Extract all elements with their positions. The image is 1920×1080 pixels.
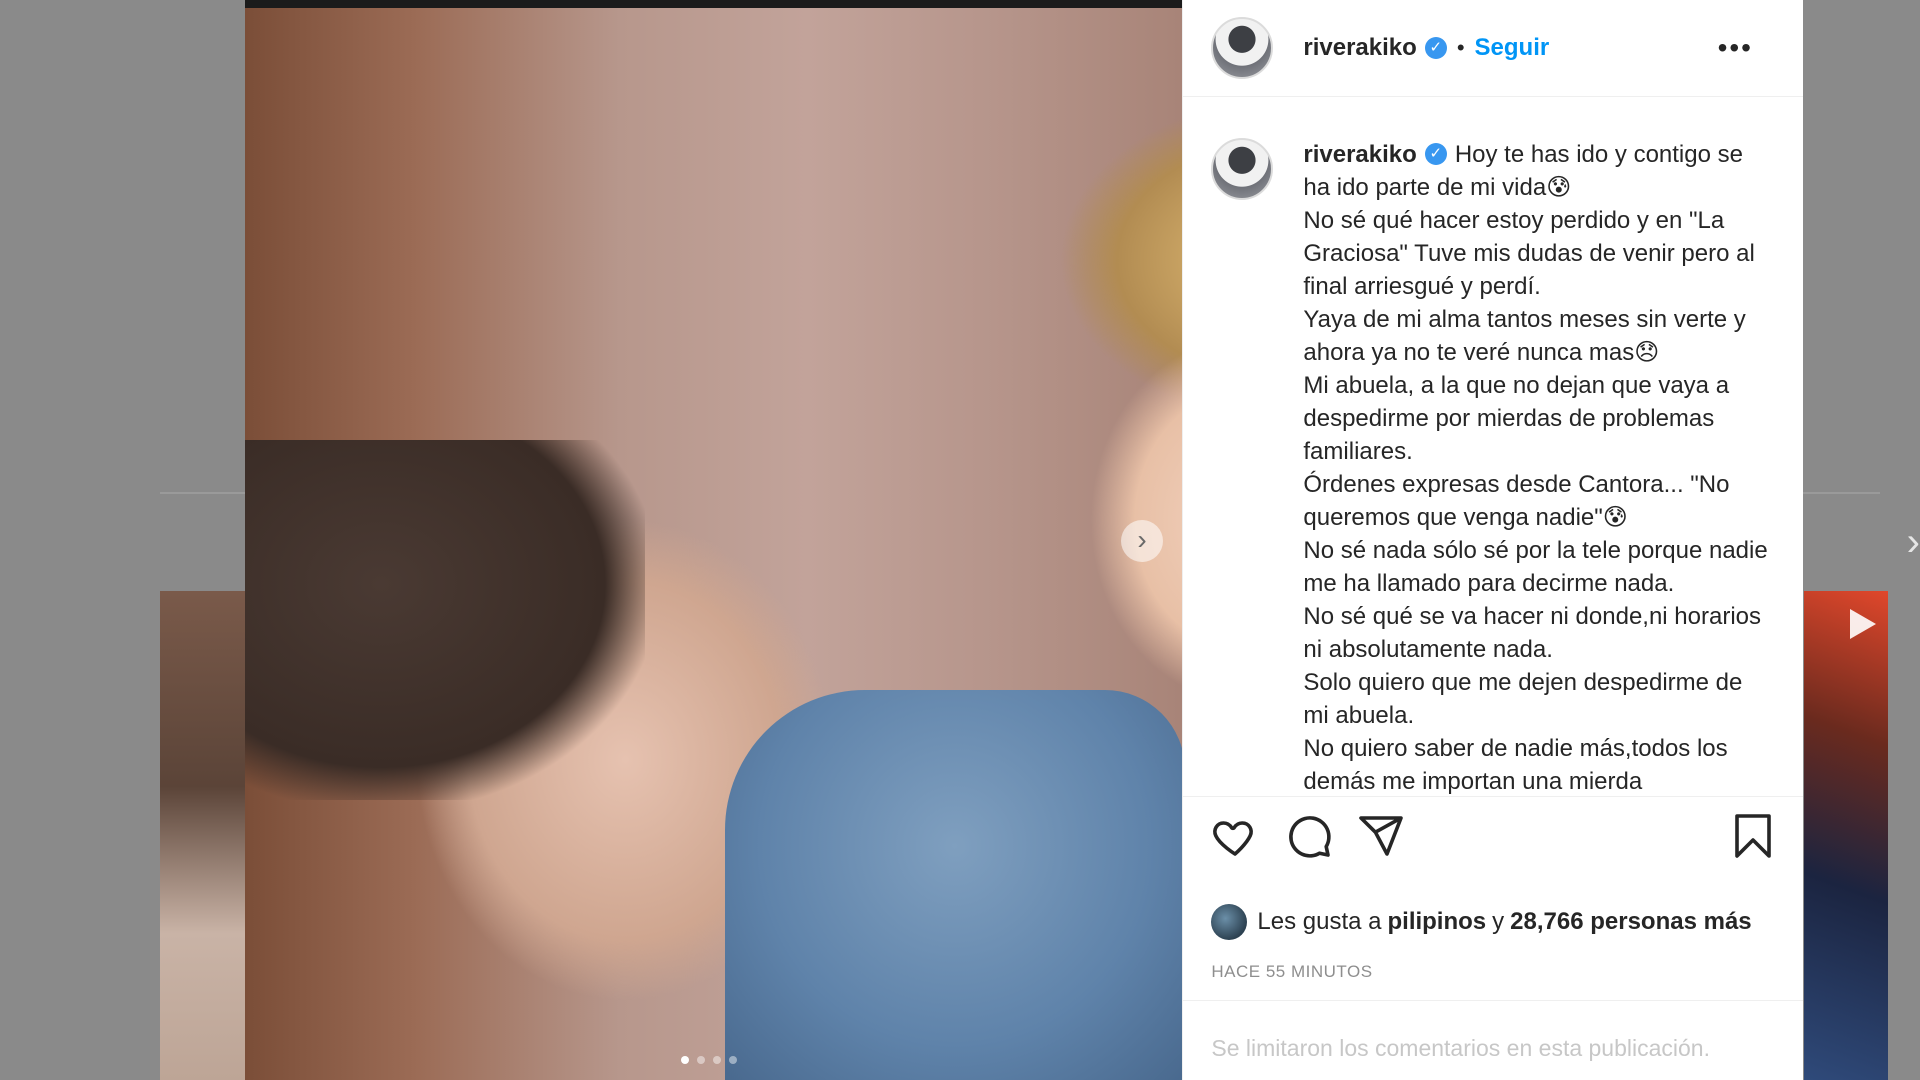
post-header: riverakiko ✓ • Seguir ••• [1183,0,1803,97]
avatar[interactable] [1211,17,1274,79]
verified-badge-icon: ✓ [1424,37,1447,59]
likes-summary: Les gusta a pilipinos y 28,766 personas … [1211,904,1757,940]
caption-line: Yaya de mi alma tantos meses sin verte y… [1303,306,1746,366]
carousel-indicator [681,1056,737,1064]
carousel-dot [697,1056,705,1064]
chevron-right-icon[interactable]: › [1121,520,1163,562]
header-separator: • [1456,35,1465,60]
caption-line: Solo quiero que me dejen despedirme de m… [1303,669,1743,729]
bookmark-icon[interactable] [1729,812,1777,865]
carousel-dot [729,1056,737,1064]
liked-by-user[interactable]: pilipinos [1387,908,1486,936]
next-post-chevron-icon[interactable]: › [1907,520,1920,565]
liker-avatar[interactable] [1211,904,1248,940]
likes-join: y [1492,908,1505,935]
play-icon [1850,609,1876,639]
caption-scroll-area[interactable]: riverakiko ✓ Hoy te has ido y contigo se h… [1183,96,1804,797]
caption-line: Órdenes expresas desde Cantora... "No qu… [1303,471,1730,531]
post-modal: › riverakiko ✓ • Seguir ••• riverakiko ✓ H… [245,0,1804,1080]
carousel-dot [681,1056,689,1064]
likes-prefix: Les gusta a [1257,908,1382,935]
comment-bubble-icon[interactable] [1285,812,1333,865]
caption-username[interactable]: riverakiko [1303,141,1416,168]
caption-row: riverakiko ✓ Hoy te has ido y contigo se h… [1183,96,1803,796]
post-sidebar: riverakiko ✓ • Seguir ••• riverakiko ✓ Hoy… [1182,0,1804,1080]
background-thumbnail-left[interactable] [160,591,248,1080]
post-photo[interactable]: › [245,0,1183,1080]
post-caption: riverakiko ✓ Hoy te has ido y contigo se h… [1303,138,1773,796]
follow-button[interactable]: Seguir [1475,34,1550,62]
photo-top-border [245,0,1183,8]
carousel-dot [713,1056,721,1064]
caption-line: No quiero saber de nadie más,todos los d… [1303,735,1728,795]
caption-line: Mi abuela, a la que no dejan que vaya a … [1303,372,1730,465]
caption-avatar[interactable] [1211,138,1274,200]
caption-line: riverakiko ✓ Hoy te has ido y contigo se h… [1303,138,1773,204]
caption-line: No sé qué se va hacer ni donde,ni horari… [1303,603,1762,663]
paper-plane-icon[interactable] [1357,812,1405,865]
likes-count[interactable]: 28,766 personas más [1510,908,1752,936]
heart-icon[interactable] [1211,812,1259,865]
caption-line: No sé qué hacer estoy perdido y en "La G… [1303,207,1755,300]
more-options-icon[interactable]: ••• [1718,32,1753,64]
photo-region-child [725,690,1183,1080]
comments-limited-notice: Se limitaron los comentarios en esta pub… [1183,1000,1804,1062]
header-username[interactable]: riverakiko [1303,34,1416,62]
post-actions [1183,812,1803,882]
post-timestamp[interactable]: HACE 55 MINUTOS [1211,962,1372,982]
background-thumbnail-right[interactable] [1804,591,1888,1080]
photo-region-elder [245,440,645,800]
caption-line: No sé nada sólo sé por la tele porque na… [1303,537,1768,597]
verified-badge-icon: ✓ [1424,142,1447,165]
